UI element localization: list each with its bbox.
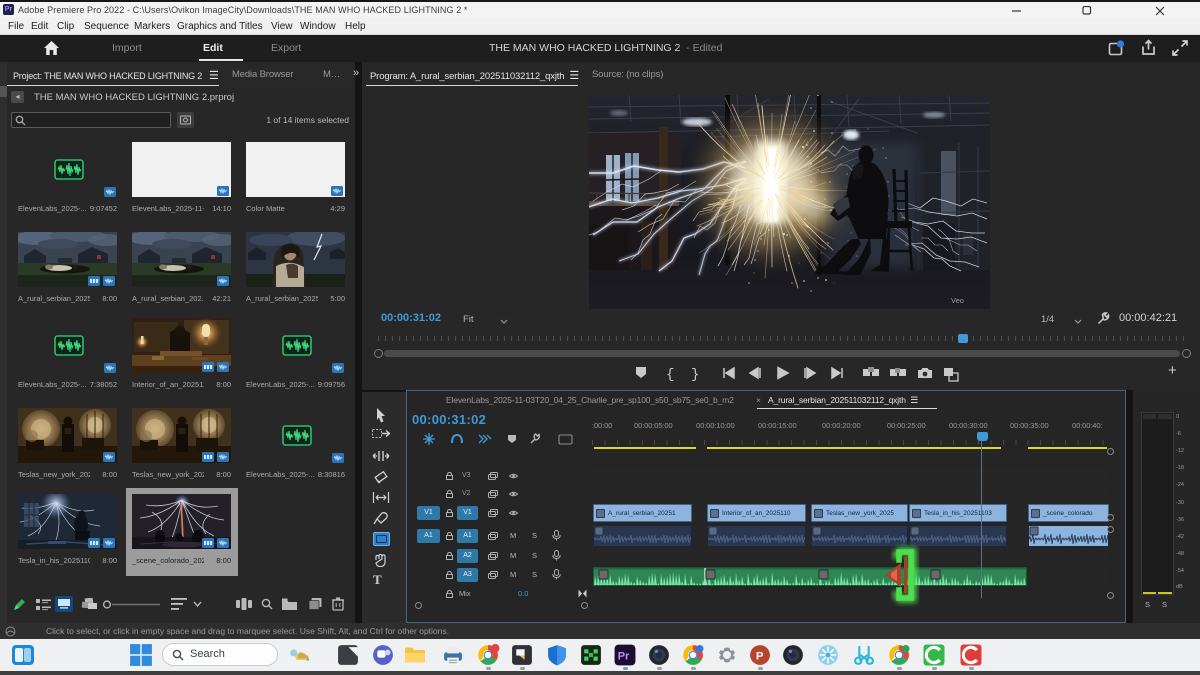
svg-text:{: {	[666, 367, 674, 382]
svg-text:}: }	[691, 367, 699, 382]
svg-text:Veo: Veo	[951, 296, 964, 305]
svg-text:Pr: Pr	[618, 651, 630, 663]
svg-text:P: P	[756, 651, 764, 663]
